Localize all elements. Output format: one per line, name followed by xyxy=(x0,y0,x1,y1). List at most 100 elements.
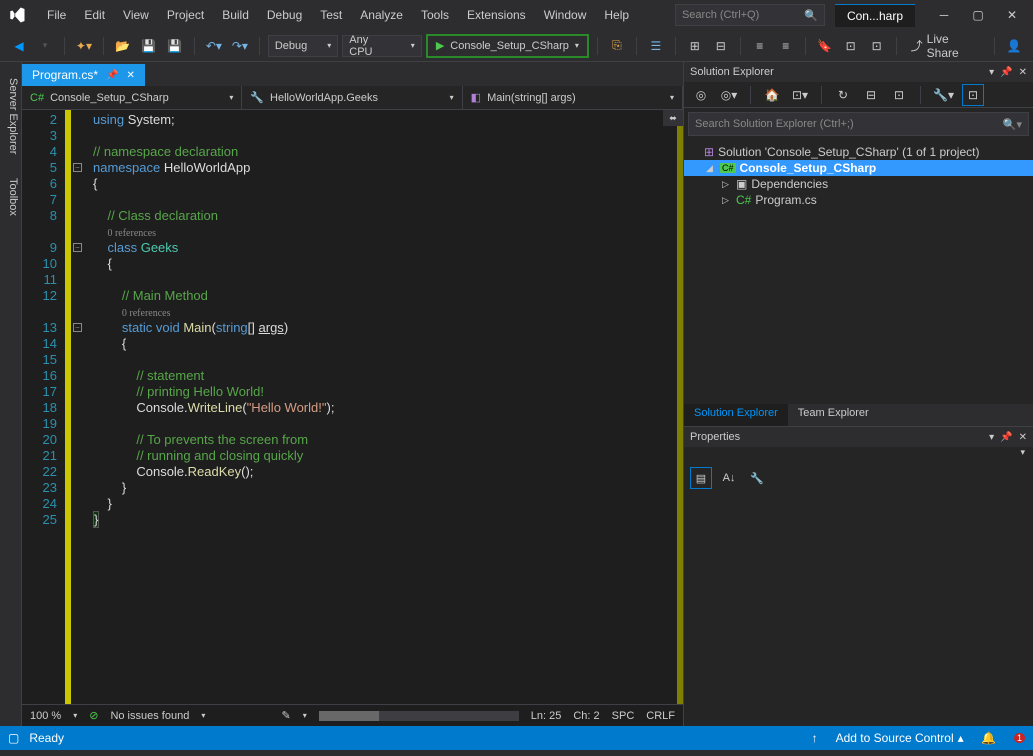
quick-search-input[interactable]: Search (Ctrl+Q) 🔍 xyxy=(675,4,825,26)
nav-method-dropdown[interactable]: ◧ Main(string[] args)▾ xyxy=(463,86,683,109)
prop-dropdown-icon[interactable]: ▾ xyxy=(684,447,1033,463)
run-button[interactable]: ▶ Console_Setup_CSharp ▾ xyxy=(426,34,589,58)
se-fwd-button[interactable]: ◎▾ xyxy=(718,84,740,106)
nav-class-dropdown[interactable]: 🔧 HelloWorldApp.Geeks▾ xyxy=(242,86,462,109)
menu-window[interactable]: Window xyxy=(535,4,596,26)
notifications-button[interactable]: 🔔1 xyxy=(981,731,1025,745)
tab-team-explorer[interactable]: Team Explorer xyxy=(788,404,879,426)
config-dropdown[interactable]: Debug▾ xyxy=(268,35,338,57)
indent-dec-button[interactable]: ≡ xyxy=(749,35,771,57)
se-scope-button[interactable]: ⊡▾ xyxy=(789,84,811,106)
menu-extensions[interactable]: Extensions xyxy=(458,4,535,26)
fold-toggle[interactable]: − xyxy=(73,163,82,172)
tool-icon-2[interactable]: ☰ xyxy=(645,35,667,57)
error-prev-icon[interactable]: ✎ xyxy=(282,709,291,722)
tool-icon-1[interactable]: ⎘ xyxy=(606,35,628,57)
server-explorer-tab[interactable]: Server Explorer xyxy=(0,72,21,160)
menu-debug[interactable]: Debug xyxy=(258,4,311,26)
menu-test[interactable]: Test xyxy=(311,4,351,26)
prop-categorized-button[interactable]: ▤ xyxy=(690,467,712,489)
indent-inc-button[interactable]: ≡ xyxy=(775,35,797,57)
minimize-button[interactable]: ─ xyxy=(927,2,961,28)
solution-explorer-toolbar: ◎ ◎▾ 🏠 ⊡▾ ↻ ⊟ ⊡ 🔧▾ ⊡ xyxy=(684,82,1033,108)
bookmark-button[interactable]: 🔖 xyxy=(814,35,836,57)
menu-analyze[interactable]: Analyze xyxy=(351,4,412,26)
tool-icon-4[interactable]: ⊟ xyxy=(710,35,732,57)
horizontal-scrollbar[interactable] xyxy=(319,711,519,721)
feedback-button[interactable]: 👤 xyxy=(1003,35,1025,57)
platform-dropdown[interactable]: Any CPU▾ xyxy=(342,35,422,57)
comment-button[interactable]: ⊡ xyxy=(840,35,862,57)
panel-pin-icon[interactable]: 📌 xyxy=(1000,432,1012,443)
undo-button[interactable]: ↶▾ xyxy=(203,35,225,57)
solution-tree: ⊞ Solution 'Console_Setup_CSharp' (1 of … xyxy=(684,140,1033,404)
nav-project-dropdown[interactable]: C# Console_Setup_CSharp▾ xyxy=(22,86,242,109)
toolbox-tab[interactable]: Toolbox xyxy=(0,172,21,222)
tab-solution-explorer[interactable]: Solution Explorer xyxy=(684,404,788,426)
window-title-tab: Con...harp xyxy=(835,4,915,27)
solution-explorer-header: Solution Explorer ▾ 📌 ✕ xyxy=(684,62,1033,82)
tree-dependencies[interactable]: ▷ ▣ Dependencies xyxy=(684,176,1033,192)
prop-alpha-button[interactable]: A↓ xyxy=(718,467,740,489)
se-showall-button[interactable]: ⊡ xyxy=(888,84,910,106)
prop-events-button[interactable]: 🔧 xyxy=(746,467,768,489)
tool-icon-3[interactable]: ⊞ xyxy=(684,35,706,57)
char-indicator[interactable]: Ch: 2 xyxy=(573,710,599,722)
save-button[interactable]: 💾 xyxy=(138,35,160,57)
solution-icon: ⊞ xyxy=(704,145,714,159)
fold-toggle[interactable]: − xyxy=(73,323,82,332)
nav-forward-button[interactable]: ▾ xyxy=(34,35,56,57)
open-file-button[interactable]: 📂 xyxy=(112,35,134,57)
csharp-icon: C# xyxy=(30,92,44,104)
code-editor[interactable]: 2345678910111213141516171819202122232425… xyxy=(22,110,683,704)
menu-file[interactable]: File xyxy=(38,4,75,26)
statusbar-ready: Ready xyxy=(29,731,64,745)
panel-pin-icon[interactable]: 📌 xyxy=(1000,67,1012,78)
menu-view[interactable]: View xyxy=(114,4,158,26)
menu-project[interactable]: Project xyxy=(158,4,213,26)
panel-close-icon[interactable]: ✕ xyxy=(1019,432,1027,443)
se-home-button[interactable]: 🏠 xyxy=(761,84,783,106)
se-properties-button[interactable]: 🔧▾ xyxy=(931,84,956,106)
se-back-button[interactable]: ◎ xyxy=(690,84,712,106)
fold-toggle[interactable]: − xyxy=(73,243,82,252)
se-collapse-button[interactable]: ⊟ xyxy=(860,84,882,106)
tab-close-icon[interactable]: ✕ xyxy=(126,70,134,81)
spaces-indicator[interactable]: SPC xyxy=(612,710,635,722)
save-all-button[interactable]: 💾 xyxy=(164,35,186,57)
tree-solution-root[interactable]: ⊞ Solution 'Console_Setup_CSharp' (1 of … xyxy=(684,144,1033,160)
nav-back-button[interactable]: ◀ xyxy=(8,35,30,57)
editor-tab-program[interactable]: Program.cs* 📌 ✕ xyxy=(22,64,145,86)
redo-button[interactable]: ↷▾ xyxy=(229,35,251,57)
menu-edit[interactable]: Edit xyxy=(75,4,114,26)
se-refresh-button[interactable]: ↻ xyxy=(832,84,854,106)
uncomment-button[interactable]: ⊡ xyxy=(866,35,888,57)
zoom-level[interactable]: 100 % xyxy=(30,710,61,722)
close-button[interactable]: ✕ xyxy=(995,2,1029,28)
lineending-indicator[interactable]: CRLF xyxy=(646,710,675,722)
panel-dropdown-icon[interactable]: ▾ xyxy=(989,432,994,443)
solution-explorer-search[interactable]: Search Solution Explorer (Ctrl+;) 🔍▾ xyxy=(688,112,1029,136)
menu-tools[interactable]: Tools xyxy=(412,4,458,26)
statusbar-box-icon[interactable]: ▢ xyxy=(8,731,19,745)
solution-explorer-tabs: Solution Explorer Team Explorer xyxy=(684,404,1033,426)
panel-dropdown-icon[interactable]: ▾ xyxy=(989,67,994,78)
split-handle-icon[interactable]: ⬌ xyxy=(663,110,683,126)
menu-build[interactable]: Build xyxy=(213,4,258,26)
new-project-button[interactable]: ✦▾ xyxy=(73,35,95,57)
add-source-control-button[interactable]: ↑ Add to Source Control ▴ xyxy=(812,731,964,745)
live-share-button[interactable]: ⤴ Live Share xyxy=(905,35,986,57)
maximize-button[interactable]: ▢ xyxy=(961,2,995,28)
tree-file-program[interactable]: ▷ C# Program.cs xyxy=(684,192,1033,208)
statusbar: ▢ Ready ↑ Add to Source Control ▴ 🔔1 xyxy=(0,726,1033,750)
vs-logo-icon xyxy=(4,2,30,28)
line-indicator[interactable]: Ln: 25 xyxy=(531,710,562,722)
titlebar: FileEditViewProjectBuildDebugTestAnalyze… xyxy=(0,0,1033,30)
panel-close-icon[interactable]: ✕ xyxy=(1019,67,1027,78)
tree-project[interactable]: ◢ C# Console_Setup_CSharp xyxy=(684,160,1033,176)
issues-status[interactable]: No issues found xyxy=(110,710,189,722)
pin-icon[interactable]: 📌 xyxy=(106,70,118,81)
se-preview-button[interactable]: ⊡ xyxy=(962,84,984,106)
csharp-file-icon: C# xyxy=(736,193,751,207)
menu-help[interactable]: Help xyxy=(595,4,638,26)
